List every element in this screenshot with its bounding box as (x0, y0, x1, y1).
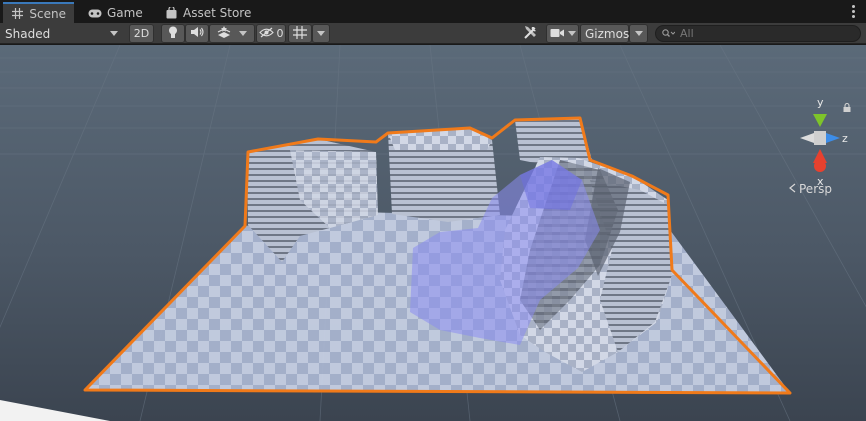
draw-mode-label: Shaded (5, 26, 51, 41)
gizmos-dropdown[interactable] (629, 24, 648, 43)
tools-icon (524, 25, 538, 42)
scene-render (0, 45, 866, 421)
gizmos-label: Gizmos (585, 26, 630, 41)
search-icon (662, 27, 676, 41)
tab-game[interactable]: Game (80, 3, 151, 23)
axis-x-cap (814, 160, 826, 172)
chevron-down-icon (317, 31, 325, 36)
audio-toggle[interactable] (185, 24, 209, 43)
search-field[interactable] (655, 25, 861, 42)
more-options-icon[interactable] (852, 5, 856, 18)
draw-mode-dropdown[interactable]: Shaded (0, 24, 124, 43)
camera-dropdown[interactable] (546, 24, 579, 43)
toggle-2d-button[interactable]: 2D (129, 24, 154, 43)
tab-label: Game (107, 6, 143, 20)
scene-toolbar: Shaded 2D 0 Gizmos All (0, 23, 866, 44)
scene-visibility-toggle[interactable]: 0 (256, 24, 286, 43)
axis-z-label: z (842, 132, 848, 145)
lightbulb-icon (168, 26, 178, 42)
chevron-down-icon (634, 31, 643, 36)
axis-y-label: y (817, 96, 824, 109)
eye-slash-icon (258, 27, 274, 41)
tools-button[interactable] (520, 24, 542, 43)
chevron-left-icon (788, 182, 796, 196)
hidden-count: 0 (276, 27, 284, 40)
lock-icon[interactable] (843, 101, 851, 115)
effects-icon (217, 26, 231, 41)
chevron-down-icon (110, 31, 118, 36)
window-tab-bar: Scene Game Asset Store (0, 0, 866, 23)
grid-options-dropdown[interactable] (312, 24, 330, 43)
gamepad-icon (88, 7, 102, 19)
projection-label: Persp (799, 182, 832, 196)
speaker-icon (190, 26, 204, 41)
tab-label: Scene (29, 6, 66, 21)
chevron-down-icon (239, 31, 247, 36)
lighting-toggle[interactable] (161, 24, 185, 43)
grid-snap-icon (293, 25, 307, 42)
effects-dropdown[interactable] (209, 24, 255, 43)
axis-negz-cone[interactable] (800, 133, 814, 143)
camera-icon (550, 27, 564, 41)
projection-toggle[interactable]: Persp (788, 182, 832, 196)
toggle-2d-label: 2D (133, 27, 150, 40)
tab-label: Asset Store (183, 6, 252, 20)
axis-y-cone[interactable] (813, 114, 827, 127)
grid-icon (11, 8, 24, 20)
axis-z-cone[interactable] (826, 133, 840, 143)
grid-toggle[interactable] (288, 24, 312, 43)
tab-scene[interactable]: Scene (3, 2, 74, 23)
scene-viewport[interactable]: y z x Persp (0, 45, 866, 421)
search-input[interactable] (680, 27, 850, 40)
gizmo-center-cube[interactable] (814, 131, 826, 145)
chevron-down-icon (567, 31, 576, 36)
bag-icon (164, 7, 178, 19)
gizmos-button[interactable]: Gizmos (580, 24, 629, 43)
tab-asset-store[interactable]: Asset Store (156, 3, 259, 23)
